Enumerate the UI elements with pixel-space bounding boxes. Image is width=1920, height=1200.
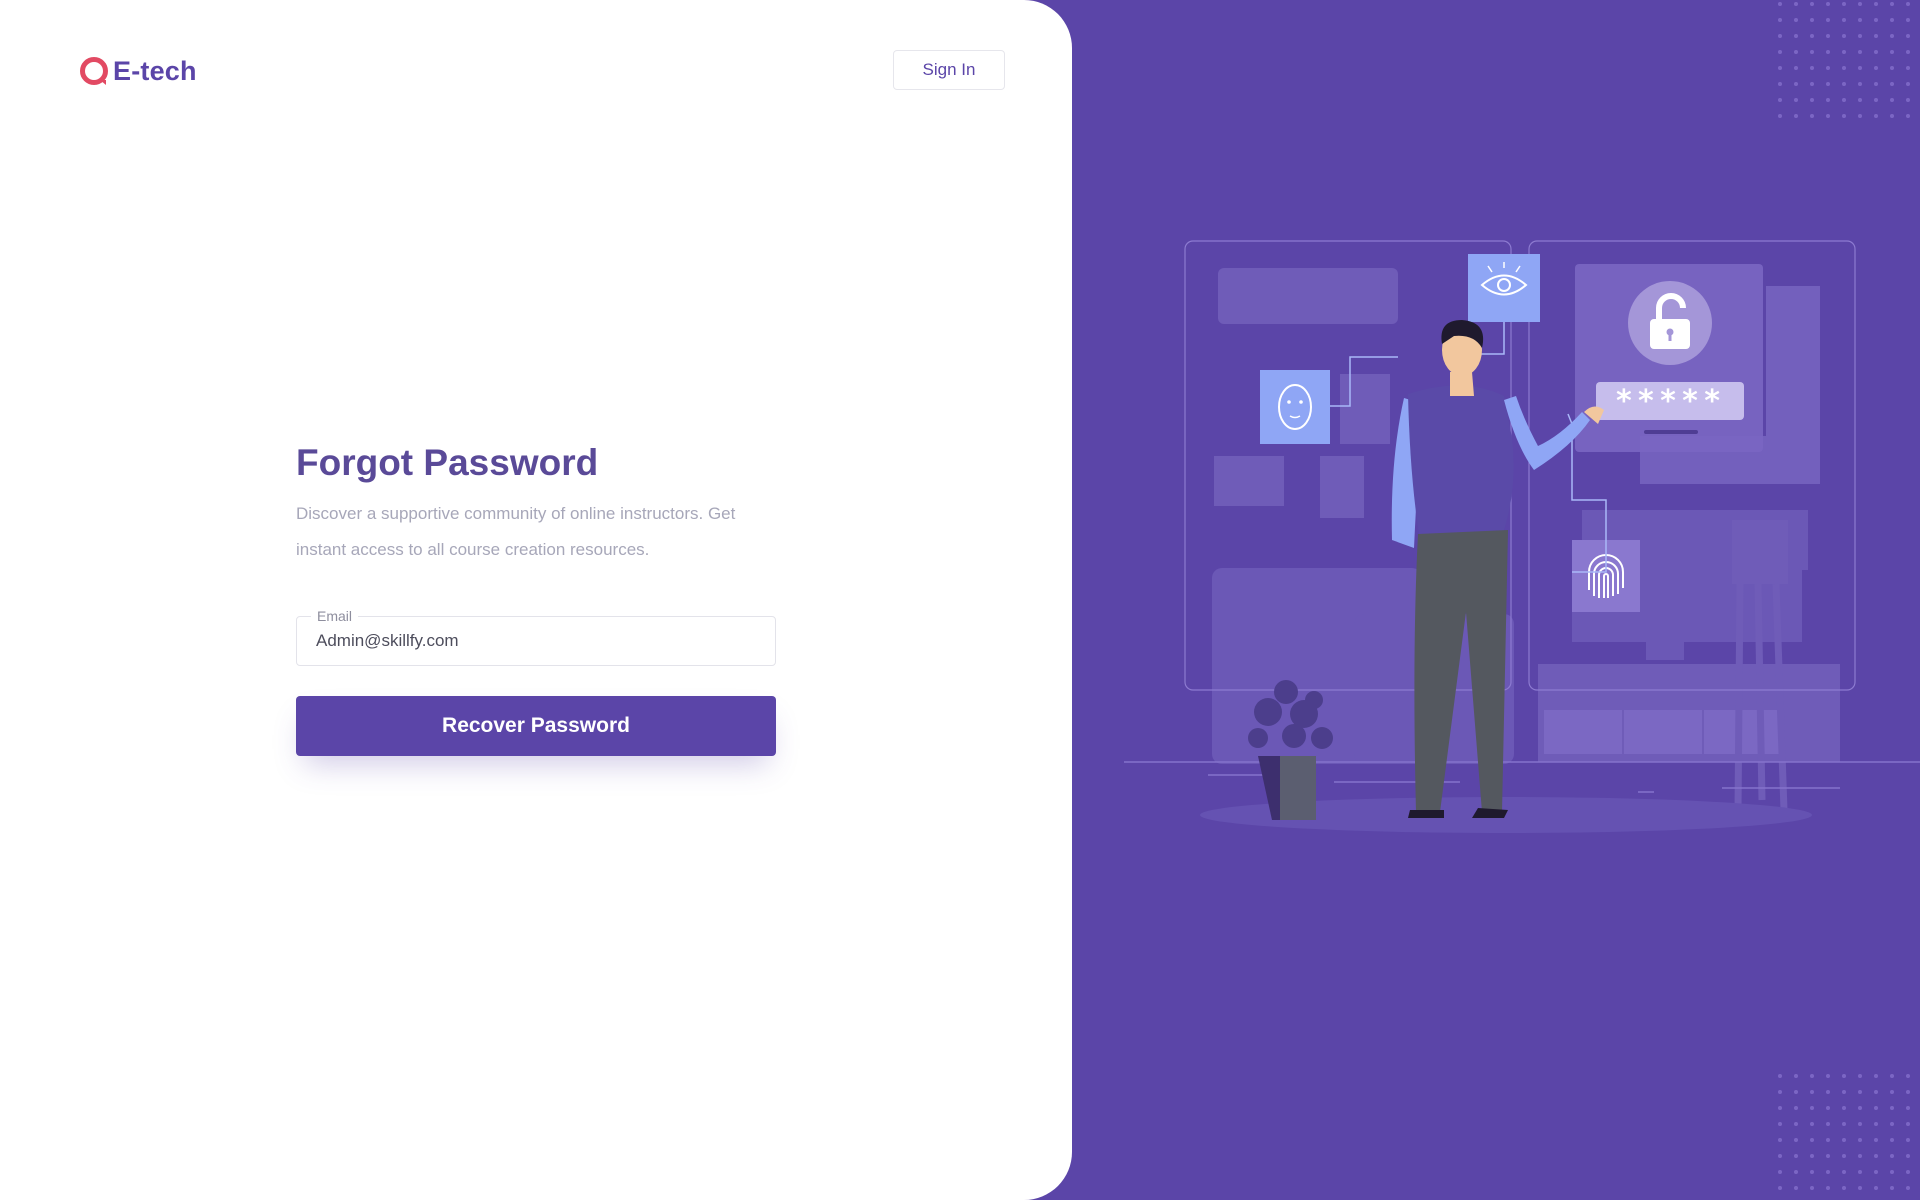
auth-panel: E-tech Sign In Forgot Password Discover …	[0, 0, 1072, 1200]
password-mask: *****	[1615, 384, 1725, 419]
dot-grid-bottom	[1770, 1068, 1920, 1200]
brand-name: E-tech	[113, 55, 197, 86]
dot-grid-top	[1770, 0, 1920, 126]
recover-password-button[interactable]: Recover Password	[296, 696, 776, 756]
sign-in-button[interactable]: Sign In	[893, 50, 1005, 90]
security-illustration: *****	[1124, 0, 1920, 1200]
face-id-icon	[1260, 370, 1330, 444]
floor-lines	[1124, 761, 1920, 793]
page-description: Discover a supportive community of onlin…	[296, 504, 736, 559]
password-underline	[1644, 430, 1698, 434]
brand-logo[interactable]: E-tech	[79, 54, 197, 88]
email-field: Email	[296, 607, 776, 666]
page-title: Forgot Password	[296, 442, 599, 483]
eye-icon	[1468, 254, 1540, 322]
logo-mark-icon	[80, 57, 108, 85]
email-input[interactable]	[316, 617, 756, 665]
